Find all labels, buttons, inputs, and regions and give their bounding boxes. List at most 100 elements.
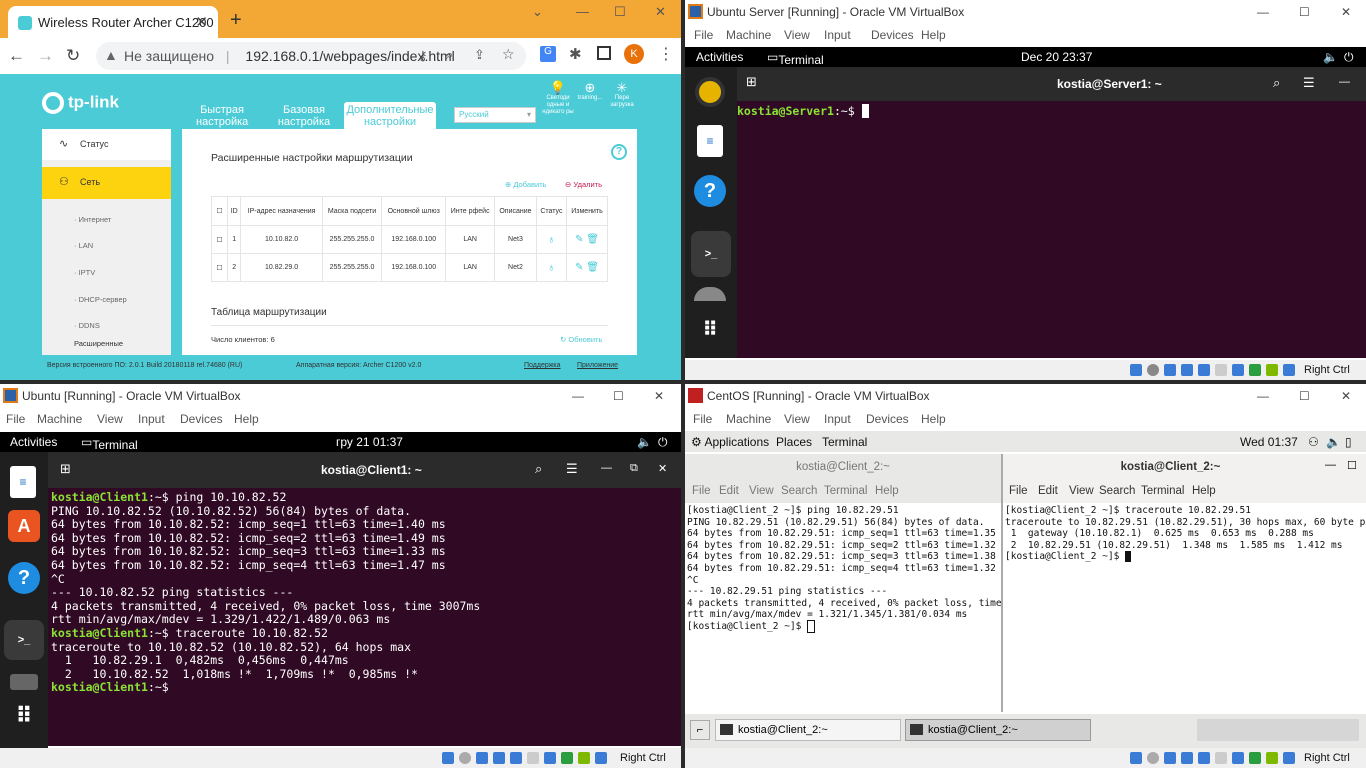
help-icon[interactable]: ?	[8, 562, 40, 594]
disk-icon[interactable]	[694, 287, 726, 301]
maximize-button[interactable]: ☐	[613, 389, 624, 403]
share-icon[interactable]: ⇪	[474, 47, 485, 63]
minimize-icon[interactable]: —	[1325, 459, 1336, 471]
terminal-menu[interactable]: Terminal	[822, 435, 867, 449]
help-icon[interactable]: ?	[611, 144, 627, 160]
nav-advanced[interactable]: Дополнительные настройки	[344, 102, 436, 130]
battery-icon[interactable]: ▯	[1345, 435, 1352, 449]
nav-basic[interactable]: Базовая настройка	[276, 104, 332, 128]
menu-file[interactable]: File	[694, 28, 713, 42]
zoom-icon[interactable]: ⌕	[446, 47, 453, 63]
bulb-icon[interactable]: ♁	[535, 253, 568, 282]
tab-search-icon[interactable]: ⌄	[532, 4, 543, 20]
minimize-icon[interactable]: —	[1339, 76, 1350, 88]
search-icon[interactable]: ⌕	[1273, 75, 1280, 91]
close-button[interactable]: ✕	[1341, 5, 1351, 19]
volume-icon[interactable]: 🔈	[637, 435, 652, 449]
software-icon[interactable]: A	[8, 510, 40, 542]
terminal-app-label[interactable]: ▭ Terminal	[81, 435, 138, 452]
app-link[interactable]: Приложение	[577, 362, 618, 369]
minimize-icon[interactable]: —	[601, 462, 612, 474]
menu-help[interactable]: Help	[921, 412, 946, 426]
row-checkbox[interactable]: ☐	[211, 225, 228, 254]
language-select[interactable]: Русский ▾	[454, 107, 536, 123]
sidebar-sub-iptv[interactable]: · IPTV	[74, 268, 95, 277]
maximize-button[interactable]: ☐	[1299, 389, 1310, 403]
taskbar-item[interactable]: kostia@Client_2:~	[715, 719, 901, 741]
volume-icon[interactable]: 🔈	[1326, 435, 1341, 449]
menu-view[interactable]: View	[97, 412, 123, 426]
close-window-button[interactable]: ✕	[655, 4, 666, 20]
hamburger-icon[interactable]: ☰	[1303, 75, 1315, 91]
back-icon[interactable]: ←	[8, 46, 25, 66]
browser-tab[interactable]: Wireless Router Archer C1200 ✕	[8, 6, 218, 40]
close-button[interactable]: ✕	[654, 389, 664, 403]
terminal-icon[interactable]: >_	[691, 231, 731, 277]
maximize-button[interactable]: ☐	[614, 4, 626, 20]
sidebar-sub-lan[interactable]: · LAN	[74, 241, 93, 250]
centos-terminal-left[interactable]: [kostia@Client_2 ~]$ ping 10.82.29.51 PIN…	[685, 503, 1001, 712]
new-tab-button[interactable]: +	[230, 9, 242, 32]
led-toggle[interactable]: 💡 Светоди одные и ндикато ры	[540, 80, 576, 116]
bulb-icon[interactable]: ♁	[535, 225, 568, 254]
sidebar-sub-ddns[interactable]: · DDNS	[74, 321, 100, 330]
menu-kebab-icon[interactable]: ⋮	[658, 44, 674, 64]
menu-file[interactable]: File	[693, 412, 712, 426]
menu-devices[interactable]: Devices	[180, 412, 223, 426]
menu-machine[interactable]: Machine	[37, 412, 82, 426]
close-tab-icon[interactable]: ✕	[195, 13, 208, 31]
help-icon[interactable]: ?	[694, 175, 726, 207]
clock[interactable]: гру 21 01:37	[336, 435, 403, 449]
trash-icon[interactable]: 🗑	[586, 234, 599, 245]
terminal-icon[interactable]: >_	[4, 620, 44, 660]
training-button[interactable]: ⊕ training...	[572, 80, 608, 102]
minimize-button[interactable]: —	[1257, 5, 1269, 19]
forward-icon[interactable]: →	[37, 46, 54, 66]
menu-input[interactable]: Input	[824, 28, 851, 42]
power-icon[interactable]: ⏻	[658, 435, 668, 450]
edit-icon[interactable]: ✎	[575, 262, 583, 273]
reboot-button[interactable]: ✳ Пере загрузка	[604, 80, 640, 109]
new-tab-icon[interactable]: ⊞	[746, 74, 757, 90]
translate-icon[interactable]: G	[540, 46, 556, 62]
network-icon[interactable]: ⚇	[1308, 435, 1319, 449]
places-menu[interactable]: Places	[776, 435, 812, 449]
power-icon[interactable]: ⏻	[1344, 50, 1354, 65]
server-terminal[interactable]: kostia@Server1:~$	[737, 101, 1366, 358]
edit-icon[interactable]: ✎	[575, 234, 583, 245]
sidebar-item-status[interactable]: ∿ Статус	[42, 129, 171, 160]
menu-view[interactable]: View	[784, 28, 810, 42]
menu-input[interactable]: Input	[824, 412, 851, 426]
client1-terminal[interactable]: kostia@Client1:~$ ping 10.10.82.52 PING 1…	[48, 488, 681, 746]
hamburger-icon[interactable]: ☰	[566, 461, 578, 477]
menu-devices[interactable]: Devices	[871, 28, 914, 42]
sidebar-sub-dhcp[interactable]: · DHCP-сервер	[74, 295, 127, 304]
delete-button[interactable]: ⊖ Удалить	[565, 180, 602, 189]
menu-machine[interactable]: Machine	[726, 412, 771, 426]
writer-icon[interactable]: ≡	[697, 125, 723, 157]
refresh-button[interactable]: ↻ Обновить	[560, 335, 602, 344]
support-link[interactable]: Поддержка	[524, 362, 561, 369]
apps-grid-icon[interactable]: ⠿	[10, 702, 38, 730]
sidebar-item-network[interactable]: ⚇ Сеть	[42, 167, 171, 199]
menu-help[interactable]: Help	[921, 28, 946, 42]
search-icon[interactable]: ⌕	[535, 461, 542, 477]
add-button[interactable]: ⊕ Добавить	[505, 180, 547, 189]
menu-file[interactable]: File	[6, 412, 25, 426]
address-bar[interactable]: ▲ Не защищено | 192.168.0.1/webpages/ind…	[96, 42, 526, 70]
rhythmbox-icon[interactable]	[695, 77, 725, 107]
writer-icon[interactable]: ≡	[10, 466, 36, 498]
centos-terminal-right[interactable]: [kostia@Client_2 ~]$ traceroute 10.82.29…	[1003, 503, 1366, 712]
close-icon[interactable]: ✕	[658, 462, 667, 475]
close-button[interactable]: ✕	[1341, 389, 1351, 403]
disk-icon[interactable]	[10, 674, 38, 690]
nav-quick-setup[interactable]: Быстрая настройка	[196, 104, 248, 128]
trash-icon[interactable]: 🗑	[586, 262, 599, 273]
clock[interactable]: Wed 01:37	[1240, 435, 1298, 449]
applications-menu[interactable]: ⚙ Applications	[691, 435, 769, 449]
row-checkbox[interactable]: ☐	[211, 253, 228, 282]
activities-button[interactable]: Activities	[696, 50, 743, 64]
sidebar-sub-advanced[interactable]: Расширенные	[74, 339, 123, 348]
sidebar-sub-internet[interactable]: · Интернет	[74, 215, 111, 224]
apps-grid-icon[interactable]: ⠿	[697, 317, 723, 343]
